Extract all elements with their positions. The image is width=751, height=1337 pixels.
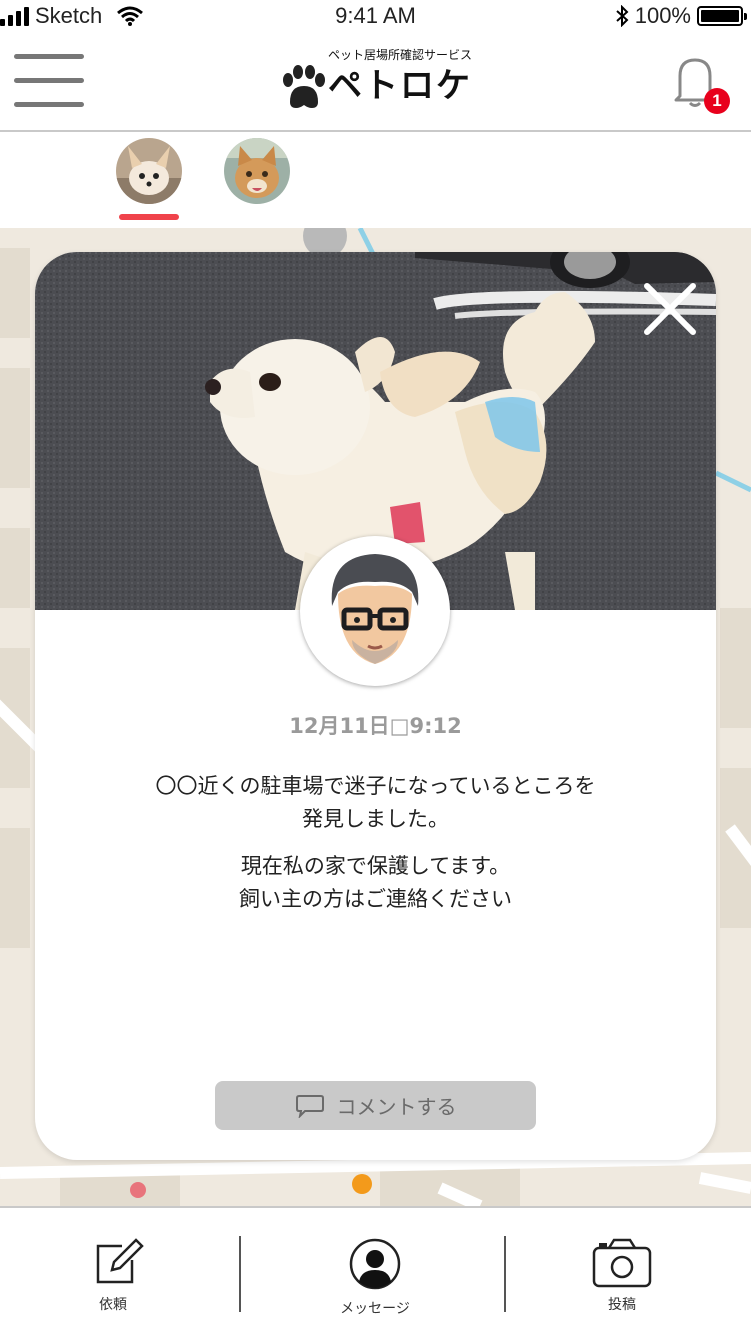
- bottom-tab-bar: 依頼 メッセージ 投稿: [0, 1206, 751, 1337]
- status-bar-right: 100%: [615, 0, 747, 32]
- notifications-button[interactable]: 1: [670, 54, 730, 124]
- man-with-glasses-avatar: [331, 554, 419, 664]
- selected-pet-indicator: [119, 214, 179, 220]
- comment-button[interactable]: コメントする: [215, 1081, 536, 1130]
- comment-button-label: コメントする: [336, 1095, 457, 1119]
- poster-avatar[interactable]: [300, 536, 450, 686]
- close-button[interactable]: [641, 280, 699, 338]
- pet-avatar-chihuahua[interactable]: [116, 138, 182, 204]
- status-bar: Sketch 9:41 AM 100%: [0, 0, 751, 32]
- tab-message-label: メッセージ: [340, 1301, 410, 1317]
- tab-request[interactable]: 依頼: [0, 1208, 240, 1337]
- pet-avatar-cat[interactable]: [224, 138, 290, 204]
- post-message-line-4: 飼い主の方はご連絡ください: [239, 887, 512, 911]
- post-card: 12月11日□9:12 〇〇近くの駐車場で迷子になっているところを 発見しました…: [35, 252, 716, 1160]
- tab-divider: [239, 1236, 241, 1312]
- battery-icon: [697, 6, 747, 26]
- app-logo: ペット居場所確認サービス ペトロケ: [276, 44, 476, 114]
- notification-badge: 1: [704, 88, 730, 114]
- close-icon: [644, 283, 696, 335]
- tab-request-label: 依頼: [99, 1297, 127, 1313]
- battery-percent: 100%: [634, 3, 691, 28]
- menu-button[interactable]: [14, 54, 84, 110]
- pet-selector: [0, 132, 751, 228]
- chihuahua-thumbnail: [116, 138, 182, 204]
- post-message-line-1: 〇〇近くの駐車場で迷子になっているところを: [155, 774, 596, 798]
- tab-post[interactable]: 投稿: [511, 1208, 751, 1337]
- tab-message[interactable]: メッセージ: [255, 1208, 495, 1337]
- tab-divider: [504, 1236, 506, 1312]
- paw-icon: [283, 65, 325, 108]
- edit-icon: [96, 1238, 144, 1284]
- speech-bubble-icon: [295, 1094, 324, 1118]
- bluetooth-icon: [616, 5, 629, 27]
- logo-title: ペトロケ: [328, 66, 472, 106]
- person-icon: [349, 1238, 401, 1290]
- cat-thumbnail: [224, 138, 290, 204]
- post-date: 12月11日□9:12: [289, 714, 462, 738]
- app-header: ペット居場所確認サービス ペトロケ 1: [0, 32, 751, 132]
- camera-icon: [592, 1238, 652, 1288]
- tab-post-label: 投稿: [608, 1297, 636, 1313]
- post-message-line-2: 発見しました。: [302, 807, 449, 831]
- post-message-line-3: 現在私の家で保護してます。: [240, 854, 511, 878]
